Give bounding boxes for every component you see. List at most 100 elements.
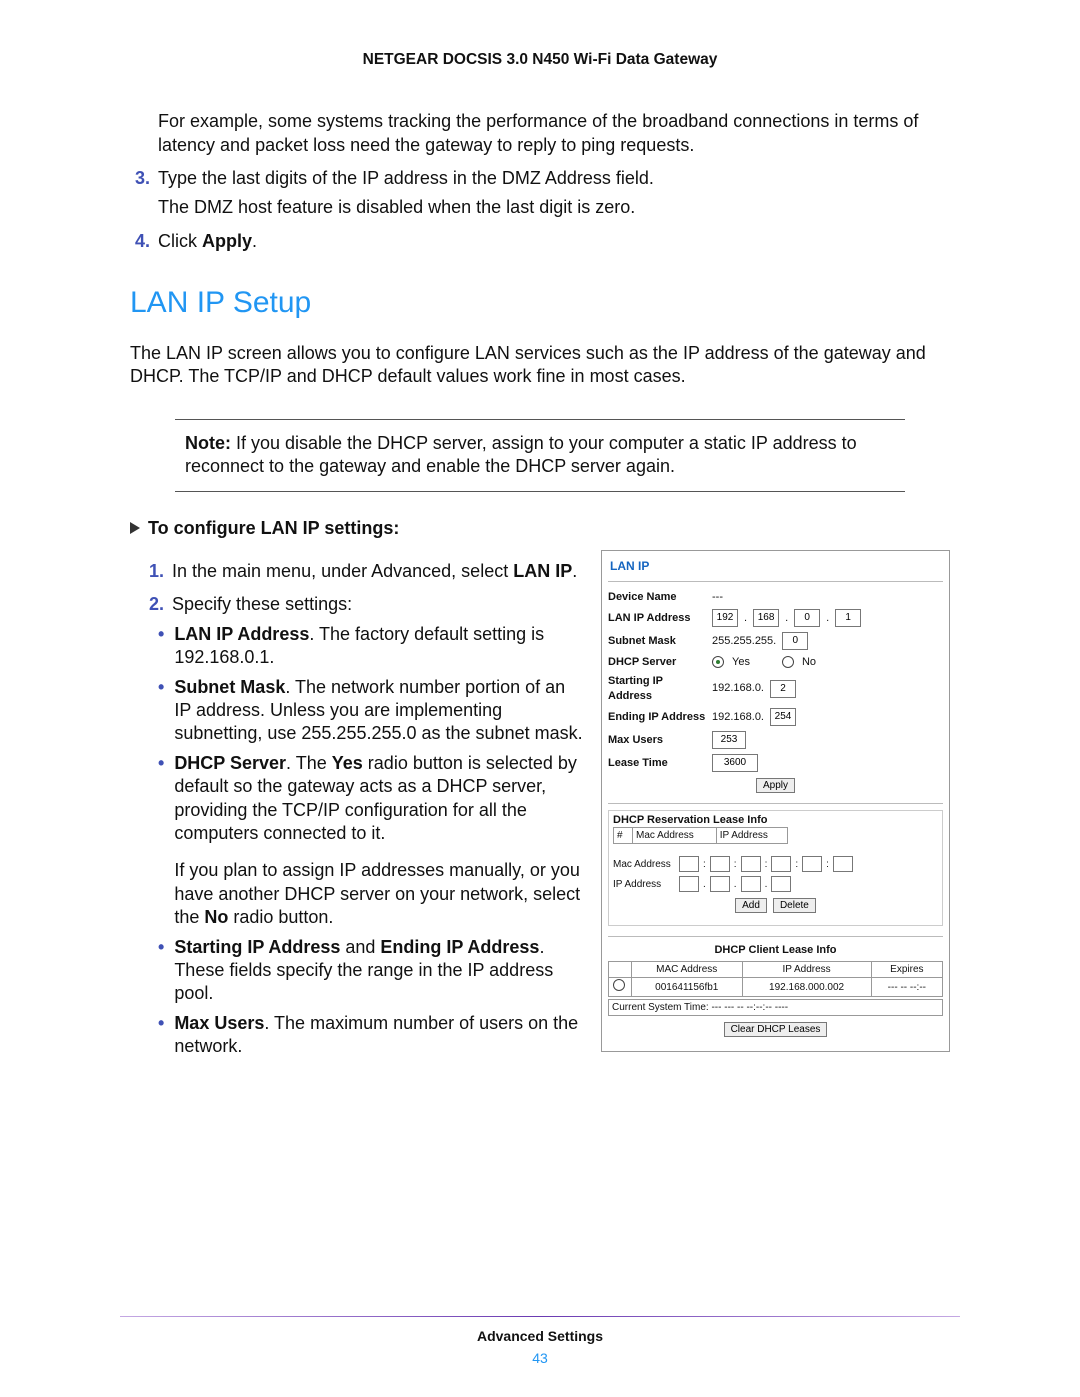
dhcp-yes-radio[interactable] <box>712 656 724 668</box>
start-ip-prefix: 192.168.0. <box>712 681 764 695</box>
start-ip-label: Starting IP Address <box>608 674 706 703</box>
mac-3[interactable] <box>741 856 761 872</box>
col-mac: Mac Address <box>633 828 717 844</box>
ip-octet-4[interactable] <box>835 609 861 627</box>
row-lan-ip-address: LAN IP Address . . . <box>608 609 943 627</box>
res-ip-4[interactable] <box>771 876 791 892</box>
client-lease-table: MAC Address IP Address Expires 001641156… <box>608 961 943 997</box>
bullet-subnet-mask: • Subnet Mask. The network number portio… <box>158 676 583 746</box>
dhcp-client-lease-section: DHCP Client Lease Info MAC Address IP Ad… <box>608 943 943 1037</box>
start-ip-last[interactable] <box>770 680 796 698</box>
bullet-icon: • <box>158 623 164 670</box>
task-heading-text: To configure LAN IP settings: <box>148 517 399 540</box>
res-ip-1[interactable] <box>679 876 699 892</box>
mac-6[interactable] <box>833 856 853 872</box>
dhcp-no-radio[interactable] <box>782 656 794 668</box>
mac-label: Mac Address <box>613 858 675 871</box>
s1-post: . <box>572 561 577 581</box>
apply-button[interactable]: Apply <box>756 778 795 793</box>
note-text: If you disable the DHCP server, assign t… <box>185 433 857 476</box>
step-number: 2. <box>144 593 164 616</box>
reservation-title: DHCP Reservation Lease Info <box>613 813 938 827</box>
note-box: Note: If you disable the DHCP server, as… <box>175 419 905 492</box>
arrow-icon <box>130 522 140 534</box>
add-button[interactable]: Add <box>735 898 767 913</box>
col-hash: # <box>614 828 633 844</box>
row-ending-ip: Ending IP Address 192.168.0. <box>608 708 943 726</box>
bullet-icon: • <box>158 752 164 930</box>
mac-5[interactable] <box>802 856 822 872</box>
res-ip-3[interactable] <box>741 876 761 892</box>
system-time: Current System Time: --- --- -- --:--:--… <box>608 999 943 1016</box>
panel-title: LAN IP <box>608 557 943 582</box>
step-4-pre: Click <box>158 231 202 251</box>
s2-text: Specify these settings: <box>172 593 583 616</box>
mac-2[interactable] <box>710 856 730 872</box>
heading-lan-ip-setup: LAN IP Setup <box>130 283 950 322</box>
step-number: 4. <box>130 230 150 253</box>
client-ip: 192.168.000.002 <box>742 978 871 997</box>
end-ip-last[interactable] <box>770 708 796 726</box>
ip-octet-3[interactable] <box>794 609 820 627</box>
row-dhcp-server: DHCP Server Yes No <box>608 655 943 669</box>
example-paragraph: For example, some systems tracking the p… <box>158 110 950 157</box>
row-max-users: Max Users <box>608 731 943 749</box>
b3-bold: DHCP Server <box>174 753 286 773</box>
client-mac: 001641156fb1 <box>632 978 743 997</box>
max-users-label: Max Users <box>608 733 706 747</box>
lease-time-label: Lease Time <box>608 756 706 770</box>
step-4-post: . <box>252 231 257 251</box>
lan-ip-label: LAN IP Address <box>608 611 706 625</box>
client-col-ip: IP Address <box>742 962 871 978</box>
end-ip-prefix: 192.168.0. <box>712 710 764 724</box>
dhcp-yes-label: Yes <box>732 655 750 669</box>
bullet-icon: • <box>158 1012 164 1059</box>
mac-address-row: Mac Address : : : : : <box>613 856 938 872</box>
bullet-icon: • <box>158 936 164 1006</box>
subnet-last-octet[interactable] <box>782 632 808 650</box>
dhcp-reservation-section: DHCP Reservation Lease Info # Mac Addres… <box>608 810 943 926</box>
mac-4[interactable] <box>771 856 791 872</box>
step-4-bold: Apply <box>202 231 252 251</box>
b5-bold: Max Users <box>174 1013 264 1033</box>
mac-1[interactable] <box>679 856 699 872</box>
row-subnet-mask: Subnet Mask 255.255.255. <box>608 632 943 650</box>
step-4: 4. Click Apply. <box>130 230 950 253</box>
res-ip-2[interactable] <box>710 876 730 892</box>
s1-bold: LAN IP <box>513 561 572 581</box>
b4-bold2: Ending IP Address <box>380 937 539 957</box>
b3-mid1: . The <box>286 753 332 773</box>
config-step-2: 2. Specify these settings: <box>144 593 583 616</box>
client-col-exp: Expires <box>871 962 942 978</box>
dhcp-no-label: No <box>802 655 816 669</box>
bullet-lan-ip-address: • LAN IP Address. The factory default se… <box>158 623 583 670</box>
step-number: 3. <box>130 167 150 220</box>
step-3: 3. Type the last digits of the IP addres… <box>130 167 950 220</box>
step-number: 1. <box>144 560 164 583</box>
delete-button[interactable]: Delete <box>773 898 816 913</box>
config-step-1: 1. In the main menu, under Advanced, sel… <box>144 560 583 583</box>
client-row-radio[interactable] <box>613 979 625 991</box>
clear-dhcp-leases-button[interactable]: Clear DHCP Leases <box>724 1022 828 1037</box>
b3-p2b: radio button. <box>228 907 333 927</box>
col-ip: IP Address <box>716 828 787 844</box>
b3-p2-bold: No <box>204 907 228 927</box>
lease-time-input[interactable] <box>712 754 758 772</box>
device-name-label: Device Name <box>608 590 706 604</box>
note-label: Note: <box>185 433 231 453</box>
bullet-icon: • <box>158 676 164 746</box>
ip-octet-2[interactable] <box>753 609 779 627</box>
ip-octet-1[interactable] <box>712 609 738 627</box>
bullet-dhcp-server: • DHCP Server. The Yes radio button is s… <box>158 752 583 930</box>
lan-ip-panel: LAN IP Device Name --- LAN IP Address . … <box>601 550 950 1052</box>
client-exp: --- -- --:-- <box>871 978 942 997</box>
row-lease-time: Lease Time <box>608 754 943 772</box>
max-users-input[interactable] <box>712 731 746 749</box>
bullet-max-users: • Max Users. The maximum number of users… <box>158 1012 583 1059</box>
reservation-table: # Mac Address IP Address <box>613 827 788 844</box>
step-3-text: Type the last digits of the IP address i… <box>158 167 950 190</box>
dhcp-label: DHCP Server <box>608 655 706 669</box>
client-col-mac: MAC Address <box>632 962 743 978</box>
footer-section: Advanced Settings <box>120 1327 960 1345</box>
subnet-label: Subnet Mask <box>608 634 706 648</box>
